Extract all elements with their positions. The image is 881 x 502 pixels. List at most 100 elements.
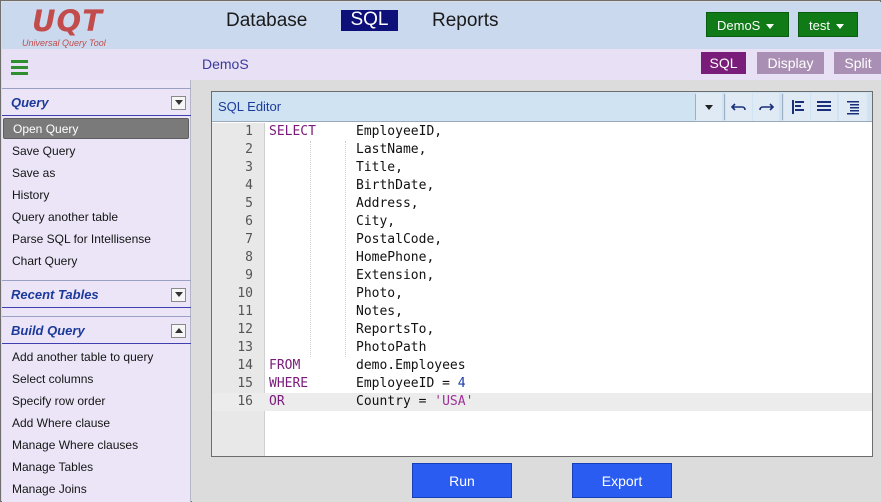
line-number: 13	[237, 340, 253, 355]
code-text: PhotoPath	[356, 340, 427, 355]
code-line: 8 HomePhone,	[212, 249, 872, 267]
line-number: 7	[245, 232, 253, 247]
sql-keyword: WHERE	[269, 376, 309, 391]
line-number: 1	[245, 124, 253, 139]
line-number: 5	[245, 196, 253, 211]
dropdown-icon[interactable]	[696, 93, 722, 121]
code-line: 11 Notes,	[212, 303, 872, 321]
hamburger-menu-icon[interactable]	[11, 60, 28, 75]
sidebar-item-save-as[interactable]: Save as	[3, 163, 189, 184]
code-text: LastName,	[356, 142, 427, 157]
code-line: 2 LastName,	[212, 141, 872, 159]
sidebar-item-query-another-table[interactable]: Query another table	[3, 207, 189, 228]
line-number: 9	[245, 268, 253, 283]
view-sql-button[interactable]: SQL	[701, 52, 746, 74]
line-number: 12	[237, 322, 253, 337]
sidebar-item-manage-tables[interactable]: Manage Tables	[3, 457, 189, 478]
section-recent-tables[interactable]: Recent Tables	[2, 280, 191, 308]
code-text: City,	[356, 214, 396, 229]
sub-header: DemoS SQL Display Split	[2, 49, 881, 80]
app-logo[interactable]: UQT Universal Query Tool	[22, 4, 142, 50]
code-line: 6 City,	[212, 213, 872, 231]
chevron-down-icon	[175, 100, 183, 105]
sidebar-item-add-where[interactable]: Add Where clause	[3, 413, 189, 434]
code-line-active: 16 OR Country = 'USA'	[212, 393, 872, 411]
toolbar-separator	[782, 94, 783, 120]
app-frame: UQT Universal Query Tool Database SQL Re…	[0, 0, 881, 502]
code-text: BirthDate,	[356, 178, 435, 193]
undo-icon[interactable]	[726, 93, 752, 121]
chevron-up-icon	[175, 328, 183, 333]
code-text: PostalCode,	[356, 232, 443, 247]
indent-icon[interactable]	[839, 93, 867, 121]
sql-keyword: OR	[269, 394, 285, 409]
run-button[interactable]: Run	[412, 463, 512, 498]
sidebar-item-parse-sql[interactable]: Parse SQL for Intellisense	[3, 229, 189, 250]
sql-keyword: SELECT	[269, 124, 316, 139]
code-text: ReportsTo,	[356, 322, 435, 337]
sidebar-item-manage-where[interactable]: Manage Where clauses	[3, 435, 189, 456]
line-number: 14	[237, 358, 253, 373]
redo-icon[interactable]	[753, 93, 779, 121]
code-text: Address,	[356, 196, 419, 211]
number-literal: 4	[457, 376, 466, 391]
sidebar-item-manage-joins[interactable]: Manage Joins	[3, 479, 189, 500]
align-left-icon[interactable]	[784, 93, 810, 121]
view-display-button[interactable]: Display	[757, 52, 824, 74]
logo-subtitle: Universal Query Tool	[22, 38, 106, 48]
sidebar-item-select-columns[interactable]: Select columns	[3, 369, 189, 390]
database-select-label: DemoS	[717, 18, 761, 33]
code-text: demo.Employees	[356, 358, 466, 373]
top-header: UQT Universal Query Tool Database SQL Re…	[2, 2, 881, 49]
logo-text: UQT	[32, 4, 103, 38]
line-number: 11	[237, 304, 253, 319]
sidebar-item-row-order[interactable]: Specify row order	[3, 391, 189, 412]
line-number: 8	[245, 250, 253, 265]
section-build-query[interactable]: Build Query	[2, 316, 191, 344]
code-line: 13 PhotoPath	[212, 339, 872, 357]
collapse-toggle-icon[interactable]	[171, 288, 186, 302]
line-number: 3	[245, 160, 253, 175]
line-number: 10	[237, 286, 253, 301]
editor-toolbar: SQL Editor	[212, 92, 872, 122]
code-line: 1 SELECT EmployeeID,	[212, 123, 872, 141]
toolbar-separator	[724, 94, 725, 120]
code-fragment: Country =	[356, 394, 435, 409]
user-menu-label: test	[809, 18, 830, 33]
connection-title: DemoS	[202, 56, 249, 72]
code-text: Notes,	[356, 304, 403, 319]
collapse-toggle-icon[interactable]	[171, 96, 186, 110]
align-justify-icon[interactable]	[811, 93, 837, 121]
sidebar-item-open-query[interactable]: Open Query	[3, 118, 189, 139]
code-line: 3 Title,	[212, 159, 872, 177]
sidebar-item-add-table[interactable]: Add another table to query	[3, 347, 189, 368]
code-text: Extension,	[356, 268, 435, 283]
view-split-button[interactable]: Split	[834, 52, 881, 74]
section-recent-tables-label: Recent Tables	[11, 287, 99, 302]
collapse-toggle-icon[interactable]	[171, 324, 186, 338]
sidebar-item-history[interactable]: History	[3, 185, 189, 206]
nav-sql[interactable]: SQL	[341, 10, 398, 31]
code-fragment: EmployeeID =	[356, 376, 458, 391]
code-line: 12 ReportsTo,	[212, 321, 872, 339]
export-button[interactable]: Export	[572, 463, 672, 498]
caret-down-icon	[835, 24, 844, 30]
sidebar-item-save-query[interactable]: Save Query	[3, 141, 189, 162]
sql-keyword: FROM	[269, 358, 301, 373]
caret-down-icon	[766, 24, 775, 30]
code-text: Title,	[356, 160, 403, 175]
user-menu-button[interactable]: test	[798, 12, 858, 37]
database-select-button[interactable]: DemoS	[706, 12, 789, 37]
section-query[interactable]: Query	[2, 88, 191, 116]
line-number: 4	[245, 178, 253, 193]
nav-database[interactable]: Database	[226, 10, 307, 34]
nav-reports[interactable]: Reports	[432, 10, 499, 34]
code-line: 7 PostalCode,	[212, 231, 872, 249]
string-literal: 'USA'	[434, 394, 474, 409]
code-text: EmployeeID = 4	[356, 375, 466, 393]
editor-title: SQL Editor	[218, 99, 282, 114]
sidebar-item-chart-query[interactable]: Chart Query	[3, 251, 189, 272]
chevron-down-icon	[175, 292, 183, 297]
line-number: 15	[237, 376, 253, 391]
line-number: 6	[245, 214, 253, 229]
